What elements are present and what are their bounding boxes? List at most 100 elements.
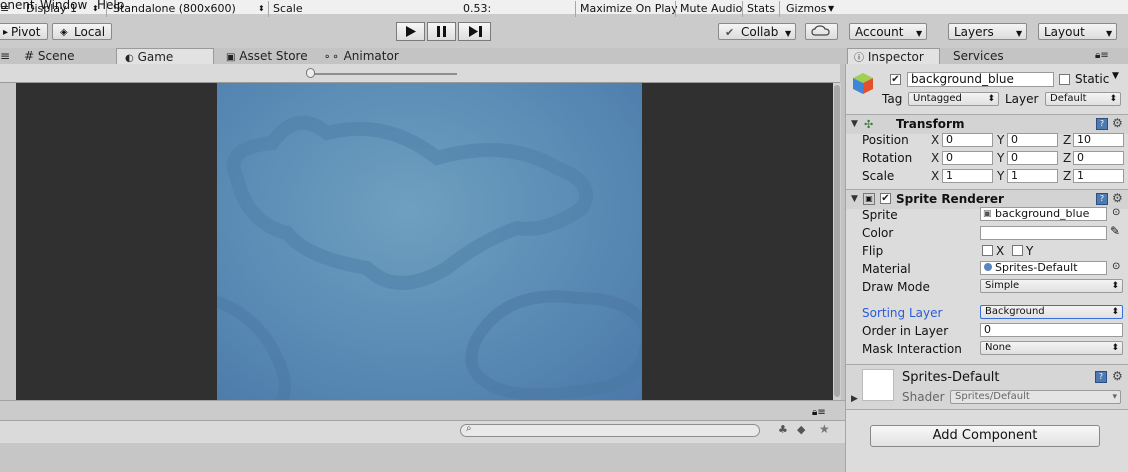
- rotation-y-field[interactable]: 0: [1007, 151, 1058, 165]
- rot-x-label: X: [931, 151, 940, 165]
- filter-by-label-icon[interactable]: ◆: [797, 423, 805, 436]
- scale-x-field[interactable]: 1: [942, 169, 993, 183]
- game-view-scrollbar[interactable]: [833, 83, 841, 400]
- help-icon[interactable]: ?: [1095, 371, 1107, 383]
- rot-y-label: Y: [997, 151, 1005, 165]
- resolution-dropdown[interactable]: Standalone (800x600) ⬍: [113, 2, 265, 16]
- maximize-on-play-toggle[interactable]: Maximize On Play: [580, 2, 678, 16]
- tabbar-menu-icon[interactable]: ≡: [0, 48, 10, 64]
- foldout-arrow-icon[interactable]: ▼: [851, 194, 858, 204]
- flip-x-checkbox[interactable]: [982, 245, 993, 256]
- dropdown-arrow-icon: ▾: [1112, 392, 1117, 402]
- tag-dropdown[interactable]: Untagged ⬍: [908, 92, 999, 106]
- object-name-field[interactable]: background_blue: [907, 72, 1054, 87]
- transform-header[interactable]: ▼ ✣ Transform ? ⚙: [846, 114, 1128, 134]
- layout-dropdown[interactable]: Layout ▼: [1038, 23, 1117, 40]
- foldout-arrow-icon[interactable]: ▼: [851, 119, 858, 129]
- display-dropdown[interactable]: Display 1 ⬍: [26, 2, 99, 16]
- separator: [575, 1, 576, 17]
- scale-slider-thumb[interactable]: [306, 68, 315, 78]
- tab-game[interactable]: ◐ Game: [116, 48, 214, 64]
- sprite-renderer-icon: ▣: [863, 193, 875, 205]
- scale-z-field[interactable]: 1: [1073, 169, 1124, 183]
- dropdown-arrow-icon: ▼: [1106, 29, 1113, 38]
- draw-mode-label: Draw Mode: [862, 280, 930, 294]
- position-z-field[interactable]: 10: [1073, 133, 1124, 147]
- step-button[interactable]: [458, 22, 491, 41]
- sprite-renderer-enabled-checkbox[interactable]: ✔: [880, 193, 891, 204]
- tab-asset-store[interactable]: ▣ Asset Store: [226, 48, 308, 64]
- sprite-renderer-title: Sprite Renderer: [896, 192, 1004, 206]
- color-field[interactable]: [980, 226, 1107, 240]
- position-x-field[interactable]: 0: [942, 133, 993, 147]
- gizmos-dropdown[interactable]: Gizmos ▼: [786, 2, 834, 16]
- foldout-arrow-icon[interactable]: ▶: [851, 394, 858, 404]
- flip-y-checkbox[interactable]: [1012, 245, 1023, 256]
- settings-gear-icon[interactable]: ⚙: [1112, 369, 1123, 383]
- active-checkbox[interactable]: ✔: [890, 74, 901, 85]
- separator: [268, 1, 269, 17]
- settings-gear-icon[interactable]: ⚙: [1112, 191, 1123, 205]
- sorting-layer-dropdown[interactable]: Background ⬍: [980, 305, 1123, 319]
- account-dropdown[interactable]: Account ▼: [849, 23, 927, 40]
- scale-slider-track[interactable]: [310, 73, 457, 75]
- updown-arrow-icon: ⬍: [258, 4, 265, 13]
- cloud-button[interactable]: [805, 23, 838, 40]
- position-y-field[interactable]: 0: [1007, 133, 1058, 147]
- order-in-layer-field[interactable]: 0: [980, 323, 1123, 337]
- layer-dropdown[interactable]: Default ⬍: [1045, 92, 1121, 106]
- rotation-z-field[interactable]: 0: [1073, 151, 1124, 165]
- collab-button[interactable]: ✔ Collab ▼: [718, 23, 796, 40]
- object-picker-icon[interactable]: ⊙: [1112, 207, 1120, 218]
- static-dropdown-arrow-icon[interactable]: ▼: [1112, 71, 1119, 81]
- add-component-button[interactable]: Add Component: [870, 425, 1100, 447]
- play-button[interactable]: [396, 22, 425, 41]
- eyedropper-icon[interactable]: ✎: [1110, 224, 1120, 238]
- flip-y-label: Y: [1026, 244, 1034, 258]
- mute-audio-toggle[interactable]: Mute Audio: [680, 2, 742, 16]
- scale-y-field[interactable]: 1: [1007, 169, 1058, 183]
- stats-toggle[interactable]: Stats: [747, 2, 775, 16]
- project-search-input[interactable]: ⌕: [460, 423, 760, 437]
- sprite-field[interactable]: ▣ background_blue: [980, 207, 1107, 221]
- dropdown-arrow-icon: ▼: [785, 29, 792, 38]
- mask-interaction-dropdown[interactable]: None ⬍: [980, 341, 1123, 355]
- rotation-x-field[interactable]: 0: [942, 151, 993, 165]
- background-blue-sprite: [217, 83, 642, 400]
- material-label: Material: [862, 262, 911, 276]
- tab-services[interactable]: Services: [953, 48, 1004, 64]
- updown-arrow-icon: ⬍: [1109, 94, 1117, 104]
- material-field[interactable]: Sprites-Default: [980, 261, 1107, 275]
- tab-scene[interactable]: # Scene: [24, 48, 74, 64]
- draw-mode-dropdown[interactable]: Simple ⬍: [980, 279, 1123, 293]
- tab-inspector[interactable]: ⓘ Inspector: [847, 48, 940, 64]
- sprite-renderer-header[interactable]: ▼ ▣ ✔ Sprite Renderer ? ⚙: [846, 189, 1128, 209]
- shader-dropdown[interactable]: Sprites/Default ▾: [950, 390, 1121, 404]
- left-panel-menu-icon[interactable]: ≡: [0, 2, 9, 16]
- left-panel-edge: [0, 83, 16, 400]
- favorite-star-icon[interactable]: ★: [819, 422, 830, 436]
- bag-icon: ▣: [226, 52, 236, 63]
- pause-button[interactable]: [427, 22, 456, 41]
- filter-by-type-icon[interactable]: ♣: [778, 423, 788, 436]
- background-pattern: [217, 115, 642, 400]
- scale-label: Scale: [273, 2, 303, 15]
- help-icon[interactable]: ?: [1096, 118, 1108, 130]
- settings-gear-icon[interactable]: ⚙: [1112, 116, 1123, 130]
- local-button[interactable]: ◈ Local: [52, 23, 112, 40]
- layers-dropdown[interactable]: Layers ▼: [948, 23, 1027, 40]
- updown-arrow-icon: ⬍: [1111, 307, 1119, 317]
- separator: [106, 1, 107, 17]
- object-picker-icon[interactable]: ⊙: [1112, 261, 1120, 272]
- inspector-lock-icon[interactable]: 🔒︎≡: [1095, 48, 1109, 64]
- lock-icon[interactable]: 🔒︎≡: [812, 407, 826, 418]
- local-icon: ◈: [60, 27, 68, 38]
- separator: [779, 1, 780, 17]
- tab-animator[interactable]: ⚬⚬ Animator: [323, 48, 399, 64]
- help-icon[interactable]: ?: [1096, 193, 1108, 205]
- static-checkbox[interactable]: [1059, 74, 1070, 85]
- pivot-button[interactable]: ▸ Pivot: [0, 23, 48, 40]
- pos-y-label: Y: [997, 133, 1005, 147]
- scrollbar-thumb[interactable]: [834, 85, 840, 397]
- step-icon: [469, 26, 482, 37]
